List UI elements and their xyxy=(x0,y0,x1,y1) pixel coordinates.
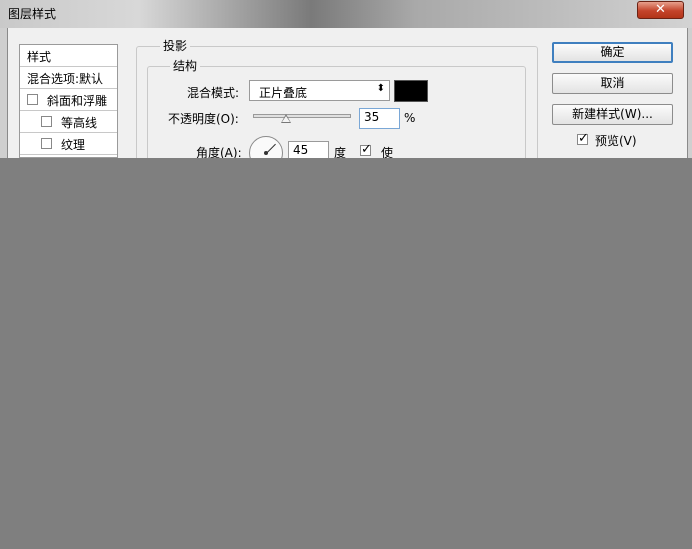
cancel-button-label: 取消 xyxy=(600,76,625,90)
opacity-slider-thumb[interactable] xyxy=(281,114,291,123)
close-button[interactable]: ✕ xyxy=(637,1,684,19)
window-title: 图层样式 xyxy=(8,7,57,21)
gray-overlay xyxy=(0,158,692,549)
opacity-unit: % xyxy=(404,111,416,125)
list-item-styles[interactable]: 样式 xyxy=(20,45,117,67)
bevel-emboss-checkbox[interactable] xyxy=(27,94,38,105)
texture-checkbox[interactable] xyxy=(41,138,52,149)
ok-button[interactable]: 确定 xyxy=(552,42,673,63)
close-icon: ✕ xyxy=(655,2,666,17)
blend-mode-label: 混合模式: xyxy=(187,86,240,100)
list-item-label: 混合选项:默认 xyxy=(27,72,104,86)
preview-checkbox[interactable] xyxy=(577,131,589,146)
layer-style-dialog: 样式 混合选项:默认 斜面和浮雕 等高线 纹理 投影 结构 混合模式: 正片叠底… xyxy=(7,28,688,170)
title-bar: 图层样式 ✕ xyxy=(0,0,692,28)
updown-arrow-icon: ⬍ xyxy=(376,83,385,94)
new-style-button[interactable]: 新建样式(W)... xyxy=(552,104,673,125)
shadow-color-swatch[interactable] xyxy=(394,80,428,102)
list-item-label: 纹理 xyxy=(61,138,86,152)
preview-label: 预览(V) xyxy=(595,134,637,148)
blend-mode-select[interactable]: 正片叠底 ⬍ xyxy=(249,80,390,101)
list-item-label: 斜面和浮雕 xyxy=(47,94,108,108)
opacity-slider[interactable] xyxy=(253,114,351,118)
angle-center-dot xyxy=(264,151,268,155)
drop-shadow-title: 投影 xyxy=(160,37,191,54)
opacity-input[interactable]: 35 xyxy=(359,108,400,129)
list-item-label: 等高线 xyxy=(61,116,98,130)
opacity-label: 不透明度(O): xyxy=(168,112,239,126)
list-item-blending-options[interactable]: 混合选项:默认 xyxy=(20,67,117,89)
opacity-value: 35 xyxy=(364,110,380,124)
list-item-label: 样式 xyxy=(27,50,52,64)
styles-list: 样式 混合选项:默认 斜面和浮雕 等高线 纹理 xyxy=(19,44,118,158)
new-style-button-label: 新建样式(W)... xyxy=(572,107,653,121)
angle-value: 45 xyxy=(293,143,309,157)
cancel-button[interactable]: 取消 xyxy=(552,73,673,94)
structure-title: 结构 xyxy=(170,57,201,74)
contour-checkbox[interactable] xyxy=(41,116,52,127)
list-item-texture[interactable]: 纹理 xyxy=(20,133,117,155)
global-light-checkbox[interactable] xyxy=(360,142,372,157)
list-item-contour[interactable]: 等高线 xyxy=(20,111,117,133)
list-item-bevel-emboss[interactable]: 斜面和浮雕 xyxy=(20,89,117,111)
window-frame-left xyxy=(0,28,7,158)
blend-mode-value: 正片叠底 xyxy=(259,86,308,100)
ok-button-label: 确定 xyxy=(600,45,625,59)
